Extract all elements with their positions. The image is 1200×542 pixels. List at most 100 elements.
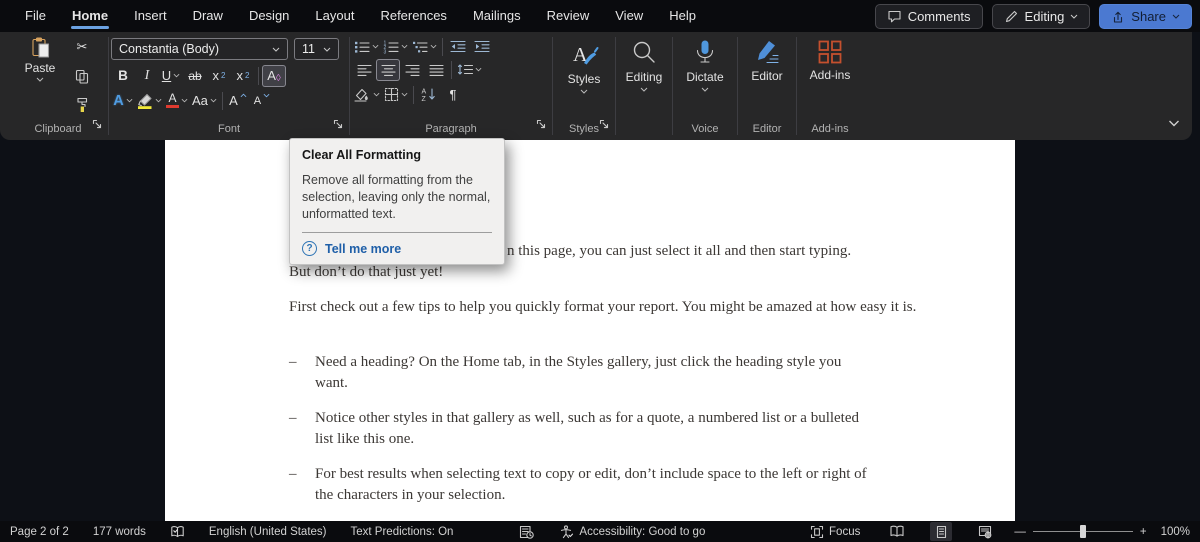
cut-button[interactable]: ✂ xyxy=(70,37,94,57)
tab-review[interactable]: Review xyxy=(534,0,603,32)
svg-text:3: 3 xyxy=(384,49,387,54)
addins-button[interactable]: Add-ins xyxy=(797,32,863,121)
highlight-color-button[interactable] xyxy=(135,90,164,112)
clear-formatting-button[interactable]: A◊ xyxy=(262,65,286,87)
editor-insights-indicator[interactable] xyxy=(519,525,534,539)
tell-me-more-link[interactable]: ? Tell me more xyxy=(302,241,492,256)
doc-bullet-item[interactable]: – For best results when selecting text t… xyxy=(315,464,877,505)
shading-button[interactable] xyxy=(352,84,382,106)
decrease-indent-button[interactable] xyxy=(446,36,470,58)
shrink-font-button[interactable]: A xyxy=(250,90,274,112)
editing-mode-button[interactable]: Editing xyxy=(992,4,1091,29)
tab-file[interactable]: File xyxy=(12,0,59,32)
strikethrough-button[interactable]: ab xyxy=(183,65,207,87)
chevron-down-icon xyxy=(640,87,648,92)
pilcrow-button[interactable]: ¶ xyxy=(441,84,465,106)
tab-help[interactable]: Help xyxy=(656,0,709,32)
font-color-bar xyxy=(166,105,179,109)
web-layout-button[interactable] xyxy=(974,522,996,541)
doc-bullet-item[interactable]: – Notice other styles in that gallery as… xyxy=(315,408,877,449)
paragraph-dialog-launcher[interactable] xyxy=(536,116,546,134)
collapse-ribbon-button[interactable] xyxy=(1168,114,1180,132)
tab-references[interactable]: References xyxy=(367,0,459,32)
dialog-launcher-icon xyxy=(333,119,343,129)
sort-button[interactable]: AZ xyxy=(417,84,441,106)
read-mode-book-icon xyxy=(889,525,905,538)
tab-layout[interactable]: Layout xyxy=(302,0,367,32)
bullet-list-button[interactable] xyxy=(352,36,381,58)
share-button[interactable]: Share xyxy=(1099,4,1192,29)
tab-mailings[interactable]: Mailings xyxy=(460,0,534,32)
subscript-button[interactable]: x2 xyxy=(207,65,231,87)
divider xyxy=(442,38,443,56)
group-styles: A Styles Styles xyxy=(553,32,615,140)
proofing-status[interactable] xyxy=(170,525,185,539)
zoom-out-button[interactable]: — xyxy=(1014,526,1026,538)
font-dialog-launcher[interactable] xyxy=(333,116,343,134)
underline-button[interactable]: U xyxy=(159,65,183,87)
styles-button[interactable]: A Styles xyxy=(553,32,615,121)
format-painter-button[interactable] xyxy=(70,95,94,115)
borders-button[interactable] xyxy=(382,84,410,106)
text-effects-button[interactable]: A xyxy=(111,90,135,112)
increase-indent-button[interactable] xyxy=(470,36,494,58)
word-count[interactable]: 177 words xyxy=(93,526,146,538)
grow-font-button[interactable]: A xyxy=(226,90,250,112)
editor-pencil-icon xyxy=(753,39,781,66)
clipboard-dialog-launcher[interactable] xyxy=(92,116,102,134)
editor-group-label: Editor xyxy=(753,123,782,135)
tab-view[interactable]: View xyxy=(602,0,656,32)
doc-paragraph[interactable]: First check out a few tips to help you q… xyxy=(289,297,917,317)
paste-button[interactable]: Paste xyxy=(14,32,66,121)
multilevel-list-button[interactable] xyxy=(410,36,439,58)
format-painter-icon xyxy=(75,97,90,113)
dictate-button[interactable]: Dictate xyxy=(673,32,737,121)
print-layout-button[interactable] xyxy=(930,522,952,541)
page-indicator[interactable]: Page 2 of 2 xyxy=(10,526,69,538)
caret-down-icon xyxy=(263,93,270,98)
numbered-list-button[interactable]: 123 xyxy=(381,36,410,58)
align-center-button[interactable] xyxy=(376,59,400,81)
doc-line-partial[interactable]: n this page, you can just select it all … xyxy=(507,241,851,261)
chevron-down-icon xyxy=(181,98,188,103)
group-voice: Dictate Voice xyxy=(673,32,737,140)
chevron-down-icon xyxy=(401,44,408,49)
text-predictions-indicator[interactable]: Text Predictions: On xyxy=(351,526,454,538)
zoom-slider-handle[interactable] xyxy=(1080,525,1086,538)
read-mode-button[interactable] xyxy=(886,522,908,541)
tab-insert[interactable]: Insert xyxy=(121,0,180,32)
editing-button[interactable]: Editing xyxy=(616,32,672,121)
tab-design[interactable]: Design xyxy=(236,0,302,32)
font-color-button[interactable]: A xyxy=(164,90,190,112)
tooltip-divider xyxy=(302,232,492,233)
copy-button[interactable] xyxy=(70,66,94,86)
zoom-slider[interactable] xyxy=(1033,531,1133,532)
tab-draw[interactable]: Draw xyxy=(180,0,236,32)
chevron-down-icon xyxy=(173,73,180,78)
line-spacing-button[interactable] xyxy=(455,59,484,81)
zoom-level[interactable]: 100% xyxy=(1161,526,1190,538)
addins-group-label: Add-ins xyxy=(811,123,848,135)
styles-dialog-launcher[interactable] xyxy=(599,116,609,134)
zoom-in-button[interactable]: + xyxy=(1140,526,1147,538)
font-name-combo[interactable]: Constantia (Body) xyxy=(111,38,288,60)
font-size-combo[interactable]: 11 xyxy=(294,38,339,60)
align-left-button[interactable] xyxy=(352,59,376,81)
focus-mode-button[interactable]: Focus xyxy=(810,525,860,539)
justify-button[interactable] xyxy=(424,59,448,81)
tab-home[interactable]: Home xyxy=(59,0,121,32)
increase-indent-icon xyxy=(474,40,490,53)
bold-button[interactable]: B xyxy=(111,65,135,87)
accessibility-status[interactable]: Accessibility: Good to go xyxy=(560,525,705,539)
italic-button[interactable]: I xyxy=(135,65,159,87)
comments-button[interactable]: Comments xyxy=(875,4,983,29)
pencil-icon xyxy=(1004,9,1019,24)
chevron-down-icon xyxy=(1070,14,1078,19)
change-case-button[interactable]: Aa xyxy=(190,90,219,112)
doc-bullet-item[interactable]: – Need a heading? On the Home tab, in th… xyxy=(315,352,877,393)
language-indicator[interactable]: English (United States) xyxy=(209,526,327,538)
paint-bucket-icon xyxy=(354,87,371,102)
align-right-button[interactable] xyxy=(400,59,424,81)
superscript-button[interactable]: x2 xyxy=(231,65,255,87)
editor-button[interactable]: Editor xyxy=(738,32,796,121)
